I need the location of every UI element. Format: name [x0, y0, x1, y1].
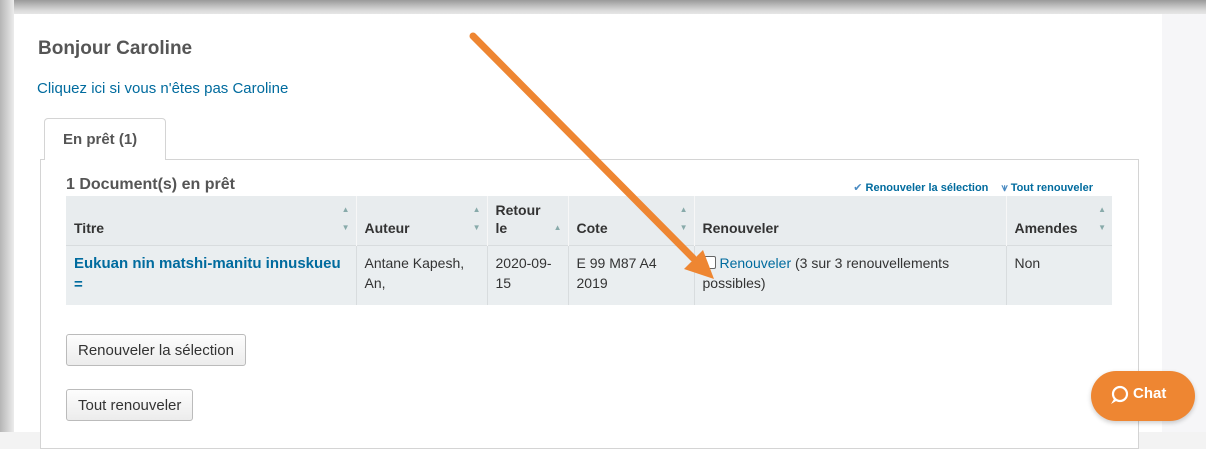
column-header-due-label-2: le	[495, 220, 508, 236]
tab-checkouts[interactable]: En prêt (1)	[44, 118, 166, 160]
chat-label: Chat	[1133, 385, 1167, 402]
greeting-heading: Bonjour Caroline	[38, 38, 193, 59]
check-icon: ✔	[853, 182, 863, 194]
column-header-renew-label: Renouveler	[702, 220, 779, 236]
chat-bubble-icon	[1111, 385, 1129, 404]
column-header-call-number[interactable]: Cote ▲ ▼	[568, 196, 695, 246]
account-page: Bonjour Caroline Cliquez ici si vous n'ê…	[14, 14, 1162, 449]
renew-toolbar: ✔ Renouveler la sélection ⩛ Tout renouvele…	[843, 181, 1093, 195]
renew-link[interactable]: Renouveler	[720, 255, 792, 271]
toolbar-renew-all-link[interactable]: ⩛ Tout renouveler	[1001, 182, 1093, 194]
renew-all-button[interactable]: Tout renouveler	[66, 389, 194, 421]
sort-icon: ▲ ▼	[1098, 205, 1106, 232]
sort-icon: ▲ ▼	[341, 205, 350, 232]
column-header-fines-label: Amendes	[1014, 220, 1078, 236]
sort-icon: ▲ ▼	[679, 205, 688, 232]
checkouts-heading: 1 Document(s) en prêt	[66, 176, 235, 193]
cell-title: Eukuan nin matshi-manitu innuskueu =	[66, 245, 357, 305]
renew-selected-button[interactable]: Renouveler la sélection	[66, 334, 246, 366]
chat-button[interactable]: Chat	[1091, 371, 1195, 421]
column-header-title[interactable]: Titre ▲ ▼	[66, 196, 357, 246]
column-header-title-label: Titre	[74, 220, 105, 236]
column-header-author-label: Auteur	[364, 220, 410, 236]
item-title-link[interactable]: Eukuan nin matshi-manitu innuskueu =	[74, 255, 341, 293]
cell-due-date: 2020-09-15	[487, 245, 569, 305]
column-header-due-label-1: Retour	[495, 202, 541, 218]
renew-checkbox[interactable]	[702, 256, 716, 269]
double-check-icon: ⩛	[1001, 182, 1008, 194]
column-header-fines[interactable]: Amendes ▲ ▼	[1006, 196, 1112, 246]
window-shadow-left	[0, 0, 14, 432]
not-you-link[interactable]: Cliquez ici si vous n'êtes pas Caroline	[37, 80, 288, 97]
toolbar-renew-selected-label: Renouveler la sélection	[865, 182, 989, 194]
cell-author: Antane Kapesh, An,	[356, 245, 488, 305]
toolbar-renew-all-label: Tout renouveler	[1010, 182, 1093, 194]
cell-call-number: E 99 M87 A4 2019	[568, 245, 695, 305]
toolbar-renew-selected-link[interactable]: ✔ Renouveler la sélection	[853, 182, 988, 194]
table-row: Eukuan nin matshi-manitu innuskueu = Ant…	[66, 245, 1112, 305]
column-header-call-number-label: Cote	[576, 220, 608, 236]
cell-renew: Renouveler (3 sur 3 renouvellements poss…	[694, 245, 1007, 305]
column-header-author[interactable]: Auteur ▲ ▼	[356, 196, 488, 246]
checkouts-table: Titre ▲ ▼ Auteur ▲ ▼ Retour le ▲ Cote ▲ ▼ Renouv…	[66, 196, 1112, 305]
sort-icon: ▲ ▼	[472, 205, 481, 232]
right-gutter	[1162, 14, 1206, 432]
column-header-due-date[interactable]: Retour le ▲	[487, 196, 569, 246]
cell-fines: Non	[1006, 245, 1112, 305]
sort-asc-icon: ▲	[553, 223, 562, 232]
column-header-renew: Renouveler	[694, 196, 1007, 246]
